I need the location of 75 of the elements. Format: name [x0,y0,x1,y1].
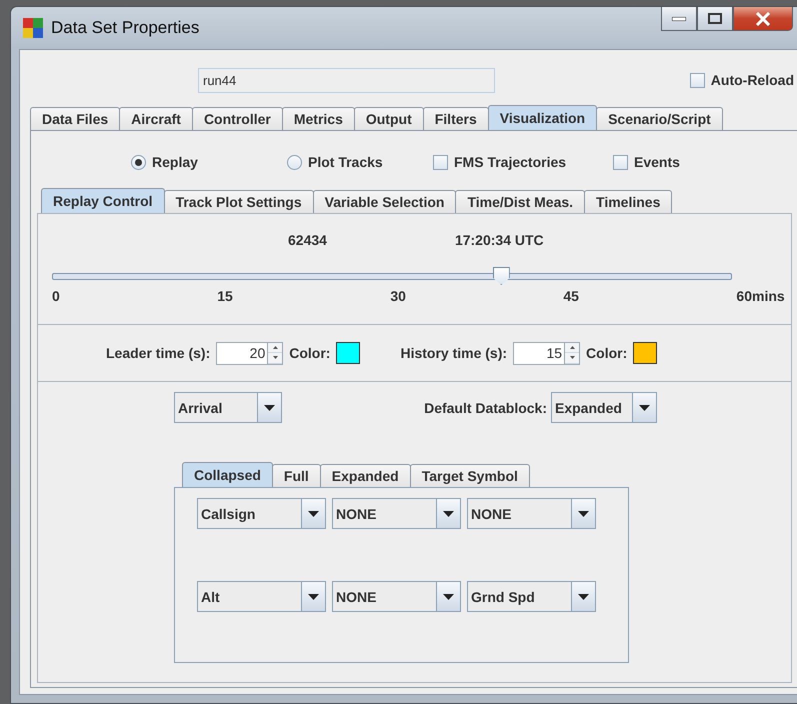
dropdown[interactable]: Callsign [197,498,326,529]
tab[interactable]: Filters [422,107,489,130]
dropdown[interactable]: Grnd Spd [467,581,596,612]
tick-label: 30 [390,288,406,304]
maximize-button[interactable] [697,7,733,31]
dropdown[interactable]: Arrival [174,392,282,423]
app-logo-icon [23,18,43,38]
field-label: Leader time (s): [106,345,210,361]
close-icon [755,12,771,26]
tab[interactable]: Scenario/Script [596,107,723,130]
dropdown[interactable]: NONE [332,581,461,612]
tab[interactable]: Data Files [30,107,120,130]
minimize-button[interactable] [661,7,697,31]
option-label: Events [634,154,680,170]
number-input[interactable]: 15 [513,342,564,364]
dropdown-arrow-icon [443,594,454,600]
checkbox[interactable] [433,154,448,170]
maximize-icon [708,13,722,24]
window-title: Data Set Properties [51,18,200,38]
dropdown[interactable]: NONE [467,498,596,529]
tab[interactable]: Target Symbol [410,464,530,487]
dropdown[interactable]: Alt [197,581,326,612]
dropdown-arrow-icon [308,594,319,600]
option-label: Plot Tracks [308,154,383,170]
tick-label: 0 [52,288,60,304]
dropdown[interactable]: Expanded [551,392,657,423]
tab[interactable]: Time/Dist Meas. [455,190,586,213]
field-label: Color: [289,345,330,361]
spin-up-icon[interactable] [268,342,282,353]
minimize-icon [672,16,686,20]
color-swatch[interactable] [633,342,658,364]
unit-label: mins [752,288,785,304]
option-label: Replay [152,154,198,170]
dropdown-arrow-icon [308,510,319,516]
tab[interactable]: Replay Control [41,188,165,213]
time-readout: 17:20:34 UTC [454,232,544,250]
checkbox[interactable] [690,72,705,88]
field-label: Color: [586,345,628,361]
slider-thumb[interactable] [492,267,510,285]
spin-up-icon[interactable] [565,342,580,353]
color-swatch[interactable] [336,342,360,364]
close-button[interactable] [733,7,793,31]
tab[interactable]: Expanded [320,464,411,487]
frame-number: 62434 [288,232,327,250]
tab[interactable]: Full [272,464,321,487]
number-input[interactable]: 20 [216,342,268,364]
tab[interactable]: Timelines [584,190,672,213]
tab[interactable]: Track Plot Settings [164,190,314,213]
tab[interactable]: Collapsed [182,462,273,487]
dropdown-arrow-icon [578,594,589,600]
tab[interactable]: Aircraft [119,107,193,130]
tab[interactable]: Metrics [282,107,355,130]
name-field[interactable]: run44 [198,68,495,92]
dropdown-arrow-icon [264,404,275,410]
dropdown-arrow-icon [578,510,589,516]
tab[interactable]: Variable Selection [312,190,456,213]
slider-track[interactable] [52,267,732,286]
tick-label: 15 [217,288,233,304]
tick-label: 45 [563,288,579,304]
checkbox[interactable] [613,154,628,170]
dropdown[interactable]: NONE [332,498,461,529]
spin-down-icon[interactable] [565,353,580,364]
radio-button[interactable] [287,154,302,170]
option-label: FMS Trajectories [454,154,566,170]
field-label: Default Datablock: [424,400,547,416]
field-label: History time (s): [400,345,508,361]
dropdown-arrow-icon [443,510,454,516]
spin-down-icon[interactable] [268,353,282,364]
tab[interactable]: Controller [192,107,283,130]
tab[interactable]: Output [354,107,424,130]
radio-button[interactable] [131,154,146,170]
tab[interactable]: Visualization [488,105,598,130]
tick-label: 60 [736,288,752,304]
dropdown-arrow-icon [639,404,650,410]
checkbox-label: Auto-Reload [710,72,794,88]
